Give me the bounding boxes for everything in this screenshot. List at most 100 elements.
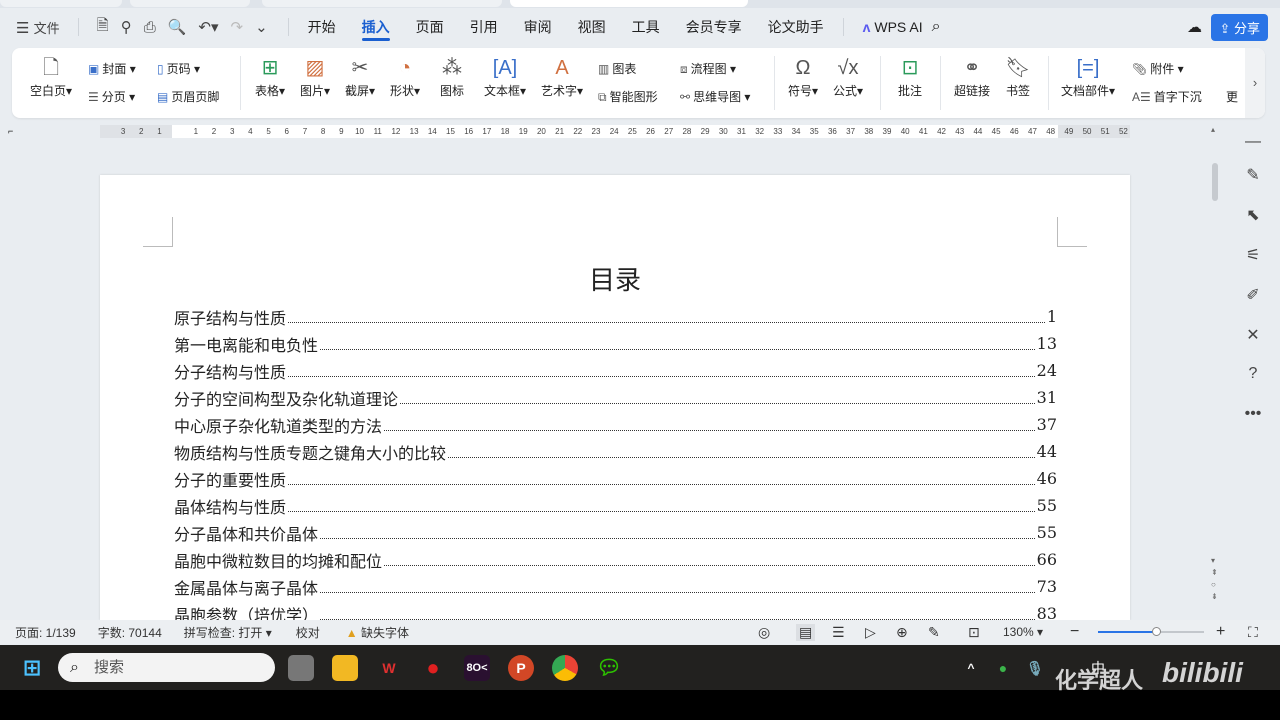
cover-button[interactable]: ▣ 封面 ▾ — [88, 60, 136, 77]
blank-page-button[interactable]: 🗋 空白页▾ — [26, 54, 76, 99]
doc-tab[interactable] — [262, 0, 502, 7]
powerpoint-icon[interactable]: P — [508, 655, 534, 681]
shape-button[interactable]: ◔ 形状▾ — [385, 54, 425, 99]
tab-thesis[interactable]: 论文助手 — [755, 10, 837, 44]
chart-button[interactable]: ▥ 图表 — [598, 60, 636, 77]
tab-tools[interactable]: 工具 — [619, 10, 673, 44]
pen-mode-icon[interactable]: ✎ — [928, 624, 940, 641]
drop-cap-button[interactable]: A☰ 首字下沉 — [1132, 88, 1202, 105]
toc-entry[interactable]: 分子的空间构型及杂化轨道理论 31 — [174, 384, 1057, 411]
recorder-icon[interactable]: ● — [420, 655, 446, 681]
symbol-button[interactable]: Ω 符号▾ — [782, 54, 824, 99]
doc-tab-active[interactable] — [510, 0, 748, 7]
header-footer-button[interactable]: ▤ 页眉页脚 — [157, 88, 219, 105]
toc-entry[interactable]: 原子结构与性质 1 — [174, 303, 1057, 330]
page-number-button[interactable]: ▯ 页码 ▾ — [157, 60, 200, 77]
chrome-icon[interactable] — [552, 655, 578, 681]
horizontal-ruler[interactable]: 3 2 1 1 2 3 4 5 6 7 8 9 10 11 12 13 14 15 16 17 18 19 20 21 22 23… — [100, 125, 1130, 138]
page-nav-icons[interactable]: ▾ ⇞ ○ ⇟ — [1211, 555, 1218, 603]
page-view-icon[interactable]: ▤ — [796, 623, 816, 641]
hyperlink-button[interactable]: ⚭ 超链接 — [950, 54, 994, 99]
microphone-icon[interactable]: 🎙︎ — [1022, 655, 1048, 681]
tab-view[interactable]: 视图 — [565, 10, 619, 44]
zoom-in-icon[interactable]: + — [1216, 623, 1225, 641]
flowchart-button[interactable]: ⧈ 流程图 ▾ — [680, 60, 736, 77]
collapse-icon[interactable]: — — [1242, 133, 1264, 155]
scrollbar-thumb[interactable] — [1212, 163, 1218, 201]
toc-entry[interactable]: 晶体结构与性质 55 — [174, 492, 1057, 519]
export-icon[interactable]: ⚲ — [121, 18, 132, 36]
tab-member[interactable]: 会员专享 — [673, 10, 755, 44]
comment-button[interactable]: ⊡ 批注 — [892, 54, 928, 99]
spell-check[interactable]: 拼写检查: 打开 ▾ — [184, 624, 272, 641]
outline-view-icon[interactable]: ☰ — [832, 624, 845, 641]
toc-entry[interactable]: 分子晶体和共价晶体 55 — [174, 519, 1057, 546]
toc-entry[interactable]: 晶胞中微粒数目的均摊和配位 66 — [174, 546, 1057, 573]
print-preview-icon[interactable]: 🔍 — [168, 18, 187, 36]
formula-button[interactable]: √x 公式▾ — [827, 54, 869, 99]
table-button[interactable]: ⊞ 表格▾ — [250, 54, 290, 99]
wps-ai-button[interactable]: ʌ WPS AI — [850, 10, 936, 44]
toc-entry[interactable]: 第一电离能和电负性 13 — [174, 330, 1057, 357]
page-break-button[interactable]: ☰ 分页 ▾ — [88, 88, 135, 105]
zoom-slider-thumb[interactable] — [1152, 627, 1162, 636]
help-icon[interactable]: ? — [1242, 365, 1264, 387]
file-menu[interactable]: ☰ 文件 — [16, 18, 60, 37]
more-button[interactable]: 更 — [1226, 88, 1238, 105]
wechat-icon[interactable]: 💬︎ — [596, 655, 622, 681]
toc-entry[interactable]: 中心原子杂化轨道类型的方法 37 — [174, 411, 1057, 438]
doc-parts-button[interactable]: [=] 文档部件▾ — [1058, 54, 1118, 99]
toc-entry[interactable]: 物质结构与性质专题之键角大小的比较 44 — [174, 438, 1057, 465]
page-indicator[interactable]: 页面: 1/139 — [15, 624, 76, 641]
ev-recorder-icon[interactable]: 8O< — [464, 655, 490, 681]
wordart-button[interactable]: A 艺术字▾ — [537, 54, 587, 99]
tab-page[interactable]: 页面 — [403, 10, 457, 44]
play-icon[interactable]: ▷ — [865, 624, 876, 641]
missing-font-button[interactable]: ▲ 缺失字体 — [346, 624, 409, 641]
select-cursor-icon[interactable]: ⬉ — [1242, 205, 1264, 227]
taskbar-search[interactable]: ⌕ 搜索 — [58, 653, 275, 682]
task-view-icon[interactable] — [288, 655, 314, 681]
zoom-out-icon[interactable]: − — [1070, 623, 1079, 641]
tab-review[interactable]: 审阅 — [511, 10, 565, 44]
proofread-button[interactable]: 校对 — [296, 624, 320, 641]
windows-start-icon[interactable]: ⊞ — [19, 655, 45, 681]
zoom-level[interactable]: 130% ▾ — [1003, 625, 1043, 639]
pen-icon[interactable]: ✎ — [1242, 165, 1264, 187]
cloud-icon[interactable]: ☁ — [1187, 18, 1202, 36]
tools-icon[interactable]: ✕ — [1242, 325, 1264, 347]
share-button[interactable]: ⇪ 分享 — [1211, 14, 1268, 41]
eye-protect-icon[interactable]: ◎ — [758, 624, 770, 641]
adjust-icon[interactable]: ⚟ — [1242, 245, 1264, 267]
tab-home[interactable]: 开始 — [295, 10, 349, 44]
undo-icon[interactable]: ↶▾ — [198, 18, 218, 36]
scroll-up-icon[interactable]: ▴ — [1211, 125, 1215, 134]
more-icon[interactable]: ••• — [1242, 405, 1264, 427]
tray-chevron-icon[interactable]: ^ — [958, 655, 984, 681]
doc-tab[interactable] — [130, 0, 250, 7]
tray-app-icon[interactable]: ● — [990, 655, 1016, 681]
mindmap-button[interactable]: ⚯ 思维导图 ▾ — [680, 88, 750, 105]
textbox-button[interactable]: [A] 文本框▾ — [480, 54, 530, 99]
document-page[interactable]: 目录 原子结构与性质 1 第一电离能和电负性 13 分子结构与性质 24 分子的空间构型及杂… — [100, 175, 1130, 625]
toc-entry[interactable]: 分子结构与性质 24 — [174, 357, 1057, 384]
print-icon[interactable]: ⎙ — [144, 19, 156, 36]
vertical-scrollbar[interactable]: ▴ ▾ ⇞ ○ ⇟ — [1210, 125, 1220, 615]
redo-icon[interactable]: ↷ — [231, 18, 244, 36]
ribbon-scroll-right-icon[interactable]: › — [1245, 48, 1265, 118]
smart-graphic-button[interactable]: ⧉ 智能图形 — [598, 88, 658, 105]
save-icon[interactable]: 🗎 — [97, 15, 109, 40]
format-icon[interactable]: ✐ — [1242, 285, 1264, 307]
word-count[interactable]: 字数: 70144 — [98, 624, 162, 641]
tab-insert[interactable]: 插入 — [349, 10, 403, 44]
web-view-icon[interactable]: ⊕ — [896, 624, 908, 641]
toc-entry[interactable]: 分子的重要性质 46 — [174, 465, 1057, 492]
zoom-slider[interactable] — [1098, 627, 1204, 636]
fullscreen-icon[interactable]: ⛶ — [1248, 624, 1258, 641]
bookmark-button[interactable]: 🔖︎ 书签 — [1000, 54, 1036, 99]
screenshot-button[interactable]: ✂ 截屏▾ — [340, 54, 380, 99]
picture-button[interactable]: ▨ 图片▾ — [295, 54, 335, 99]
toc-entry[interactable]: 金属晶体与离子晶体 73 — [174, 573, 1057, 600]
ruler-corner-icon[interactable]: ⌐ — [8, 126, 13, 136]
doc-tab[interactable] — [0, 0, 122, 7]
